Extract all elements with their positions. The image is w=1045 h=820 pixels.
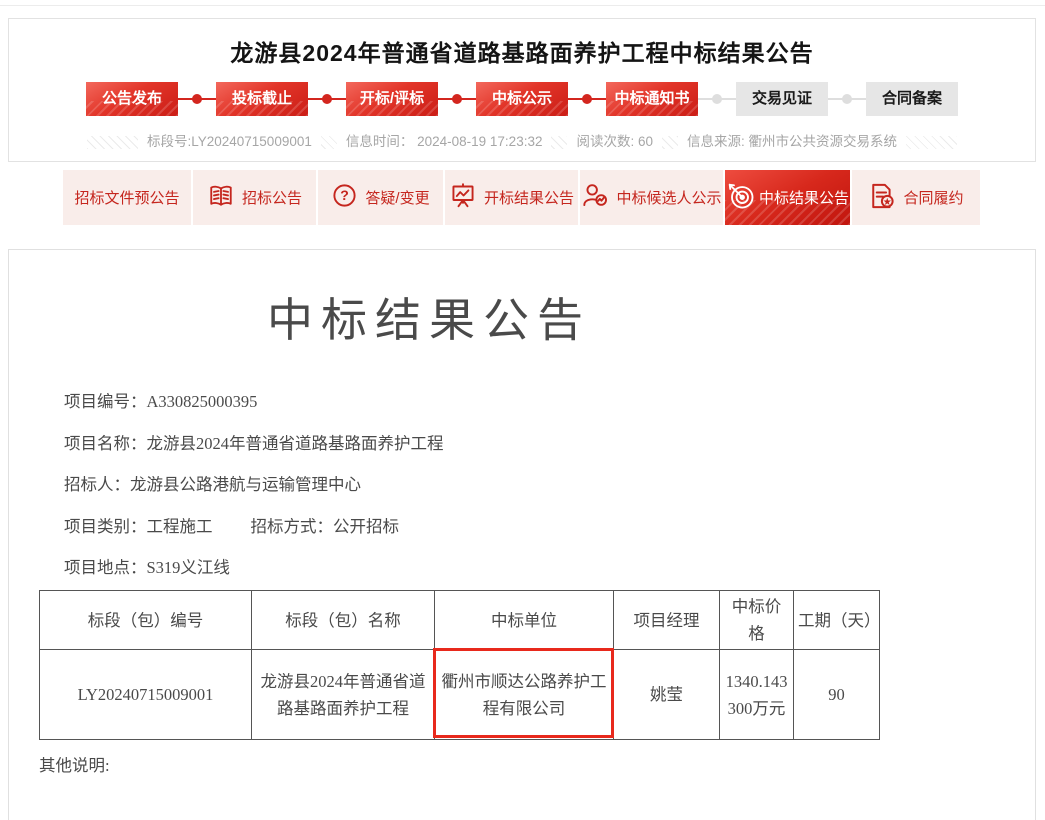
step-connector: [828, 98, 866, 100]
step-connector: [438, 98, 476, 100]
step-connector: [568, 98, 606, 100]
step-transaction-witness[interactable]: 交易见证: [736, 82, 828, 116]
field-project-number: 项目编号：A330825000395: [64, 390, 444, 414]
read-count: 阅读次数: 60: [567, 133, 662, 151]
winning-bidder-name: 衢州市顺达公路养护工程有限公司: [442, 672, 607, 718]
step-connector: [178, 98, 216, 100]
target-arrow-icon: [726, 181, 756, 215]
book-icon: [207, 183, 235, 213]
tab-label: 中标候选人公示: [616, 187, 721, 208]
header-winning-bidder: 中标单位: [435, 591, 614, 650]
info-time: 信息时间： 2024-08-19 17:23:32: [337, 133, 552, 151]
step-winner-publicity[interactable]: 中标公示: [476, 82, 568, 116]
step-announcement-publish[interactable]: 公告发布: [86, 82, 178, 116]
page-title: 龙游县2024年普通省道路基路面养护工程中标结果公告: [9, 34, 1035, 68]
field-project-category: 项目类别：工程施工: [64, 517, 213, 536]
tab-label: 开标结果公告: [484, 187, 574, 208]
award-result-table: 标段（包）编号 标段（包）名称 中标单位 项目经理 中标价格 工期（天） LY2…: [39, 590, 880, 740]
step-contract-filing[interactable]: 合同备案: [866, 82, 958, 116]
step-award-notice[interactable]: 中标通知书: [606, 82, 698, 116]
step-connector: [698, 98, 736, 100]
tab-bid-announcement[interactable]: 招标公告: [193, 170, 318, 225]
field-project-category-and-method: 项目类别：工程施工 招标方式：公开招标: [64, 515, 444, 539]
header-project-manager: 项目经理: [614, 591, 720, 650]
tab-clarification-change[interactable]: ? 答疑/变更: [318, 170, 445, 225]
step-bid-opening[interactable]: 开标/评标: [346, 82, 438, 116]
tab-prebid-document-notice[interactable]: 招标文件预公告: [63, 170, 193, 225]
tab-award-result-notice[interactable]: 中标结果公告: [725, 170, 852, 225]
cell-section-number: LY20240715009001: [40, 650, 252, 740]
contract-star-icon: ★: [868, 182, 896, 214]
presentation-chart-icon: [449, 182, 477, 213]
tab-label: 招标公告: [242, 187, 302, 208]
notice-heading: 中标结果公告: [9, 284, 849, 350]
tab-label: 合同履约: [903, 187, 963, 208]
field-tender-method: 招标方式：公开招标: [251, 517, 400, 536]
svg-text:?: ?: [341, 187, 350, 203]
field-tenderer: 招标人：龙游县公路港航与运输管理中心: [64, 473, 444, 497]
table-header-row: 标段（包）编号 标段（包）名称 中标单位 项目经理 中标价格 工期（天）: [40, 591, 880, 650]
header-winning-price: 中标价格: [720, 591, 794, 650]
cell-section-name: 龙游县2024年普通省道路基路面养护工程: [252, 650, 435, 740]
step-connector: [308, 98, 346, 100]
header-duration-days: 工期（天）: [794, 591, 880, 650]
cell-winning-price: 1340.143300万元: [720, 650, 794, 740]
table-row: LY20240715009001 龙游县2024年普通省道路基路面养护工程 衢州…: [40, 650, 880, 740]
cell-winning-bidder: 衢州市顺达公路养护工程有限公司: [435, 650, 614, 740]
notice-document-card: 中标结果公告 项目编号：A330825000395 项目名称：龙游县2024年普…: [8, 249, 1036, 820]
section-number: 标段号:LY20240715009001: [138, 133, 321, 151]
tab-opening-result-notice[interactable]: 开标结果公告: [445, 170, 580, 225]
question-circle-icon: ?: [331, 182, 358, 213]
step-bid-deadline[interactable]: 投标截止: [216, 82, 308, 116]
info-source: 信息来源: 衢州市公共资源交易系统: [678, 133, 906, 151]
tab-label: 答疑/变更: [365, 187, 429, 208]
svg-text:★: ★: [883, 196, 892, 207]
notice-fields: 项目编号：A330825000395 项目名称：龙游县2024年普通省道路基路面…: [64, 390, 444, 598]
bidding-result-page: 龙游县2024年普通省道路基路面养护工程中标结果公告 公告发布 投标截止 开标/…: [0, 0, 1045, 820]
announcement-tab-bar: 招标文件预公告 招标公告 ? 答疑/变更 开标结果公告 中标候选人公示 中标结果…: [63, 170, 980, 225]
meta-info-row: 标段号:LY20240715009001 信息时间： 2024-08-19 17…: [87, 133, 957, 151]
field-project-name: 项目名称：龙游县2024年普通省道路基路面养护工程: [64, 432, 444, 456]
announcement-summary-card: 龙游县2024年普通省道路基路面养护工程中标结果公告 公告发布 投标截止 开标/…: [8, 18, 1036, 162]
field-project-location: 项目地点：S319义江线: [64, 556, 444, 580]
candidate-person-icon: [581, 182, 609, 213]
header-section-number: 标段（包）编号: [40, 591, 252, 650]
red-highlight-box: [433, 648, 614, 738]
process-step-bar: 公告发布 投标截止 开标/评标 中标公示 中标通知书 交易见证 合同备案: [9, 82, 1035, 116]
tab-label: 招标文件预公告: [74, 187, 179, 208]
other-notes-label: 其他说明:: [39, 752, 110, 776]
tab-label: 中标结果公告: [759, 187, 849, 208]
cell-project-manager: 姚莹: [614, 650, 720, 740]
tab-contract-performance[interactable]: ★ 合同履约: [852, 170, 980, 225]
tab-candidate-publicity[interactable]: 中标候选人公示: [580, 170, 725, 225]
cell-duration-days: 90: [794, 650, 880, 740]
top-divider: [0, 5, 1045, 6]
header-section-name: 标段（包）名称: [252, 591, 435, 650]
